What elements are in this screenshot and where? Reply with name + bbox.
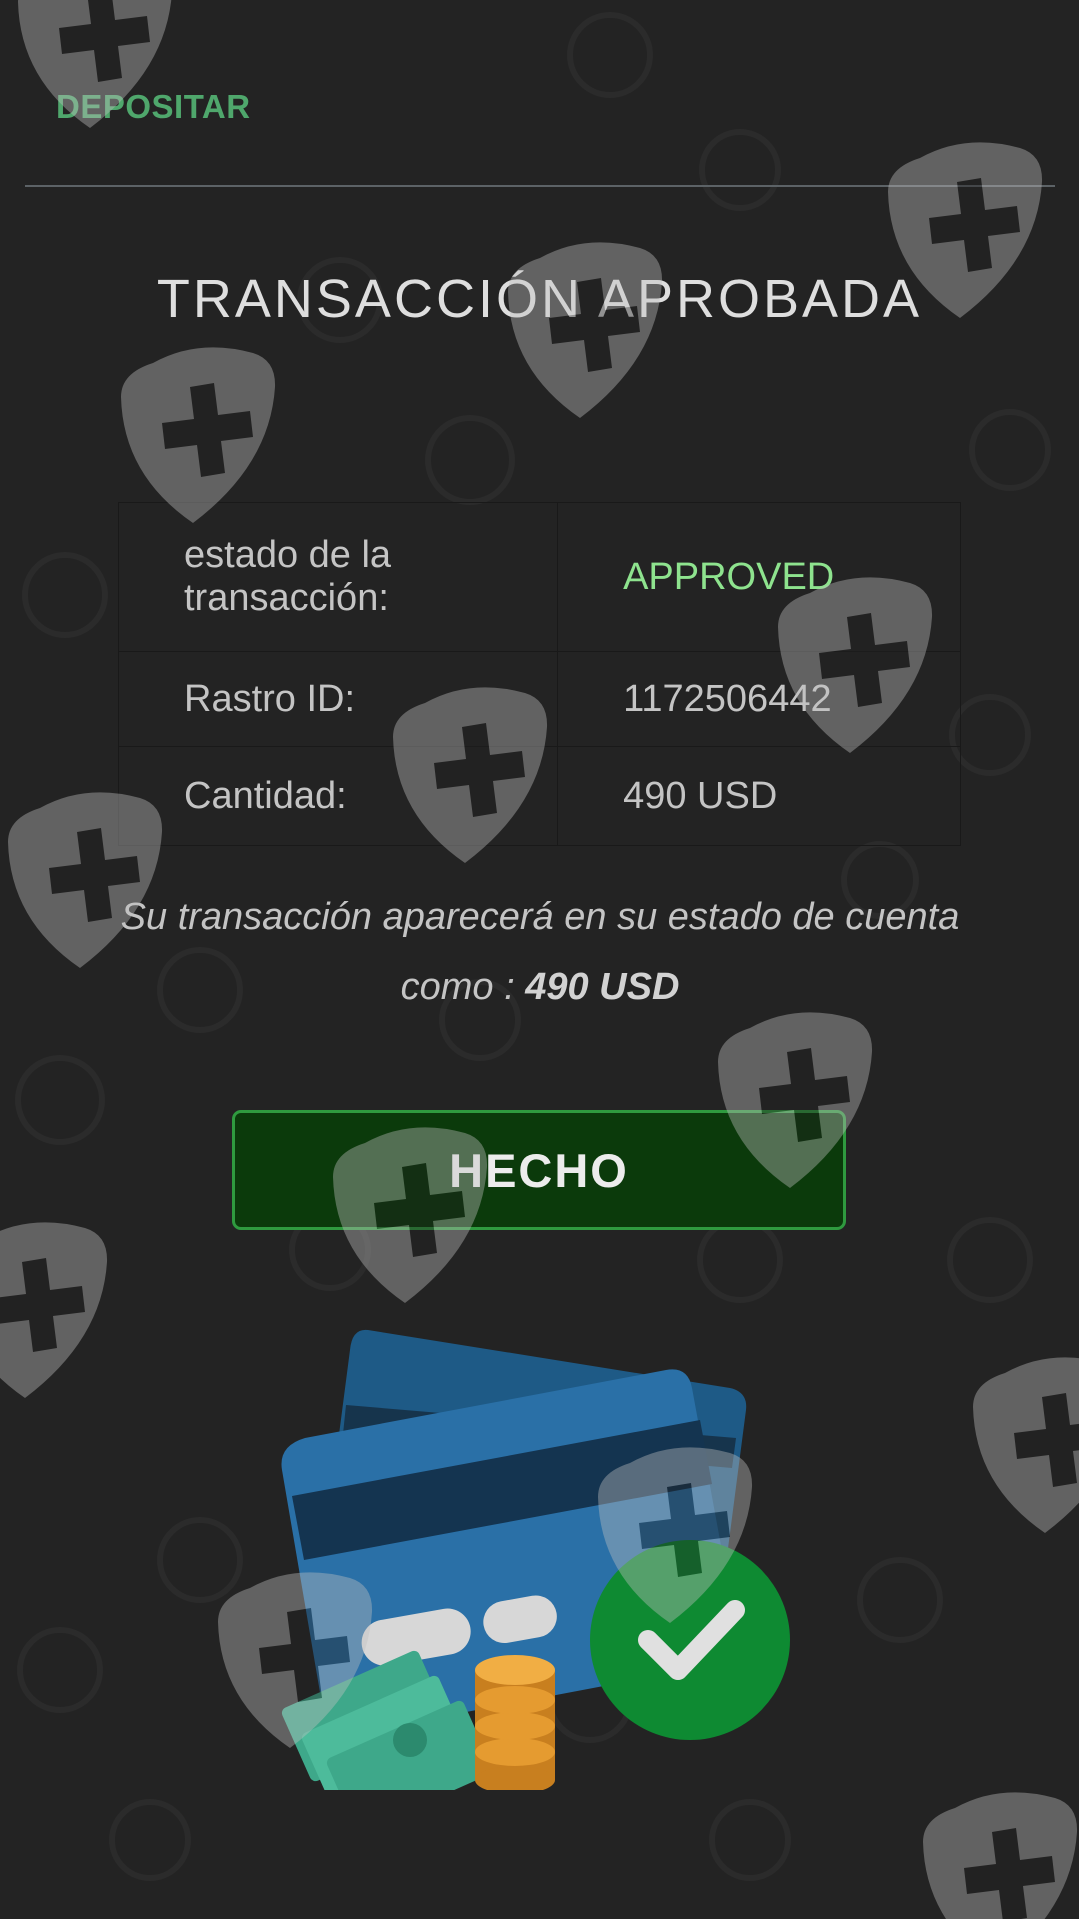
table-row: Cantidad: 490 USD xyxy=(117,746,961,846)
coins-icon xyxy=(475,1655,555,1790)
done-button[interactable]: HECHO xyxy=(232,1110,846,1230)
statement-note: Su transacción aparecerá en su estado de… xyxy=(110,882,970,1022)
status-value: APPROVED xyxy=(557,502,961,652)
trace-id-value: 1172506442 xyxy=(557,651,961,747)
check-circle-icon xyxy=(590,1540,790,1740)
statement-note-amount: 490 USD xyxy=(525,966,680,1008)
table-row: estado de la transacción: APPROVED xyxy=(117,502,961,652)
amount-label: Cantidad: xyxy=(117,746,559,846)
amount-value: 490 USD xyxy=(557,746,961,846)
page-title: TRANSACCIÓN APROBADA xyxy=(156,269,923,329)
header-divider xyxy=(25,185,1055,187)
trace-id-label: Rastro ID: xyxy=(117,651,559,747)
status-label: estado de la transacción: xyxy=(117,502,559,652)
table-row: Rastro ID: 1172506442 xyxy=(117,651,961,747)
payment-illustration xyxy=(281,1329,790,1790)
transaction-details-table: estado de la transacción: APPROVED Rastr… xyxy=(117,502,961,846)
tab-depositar[interactable]: DEPOSITAR xyxy=(56,88,251,126)
